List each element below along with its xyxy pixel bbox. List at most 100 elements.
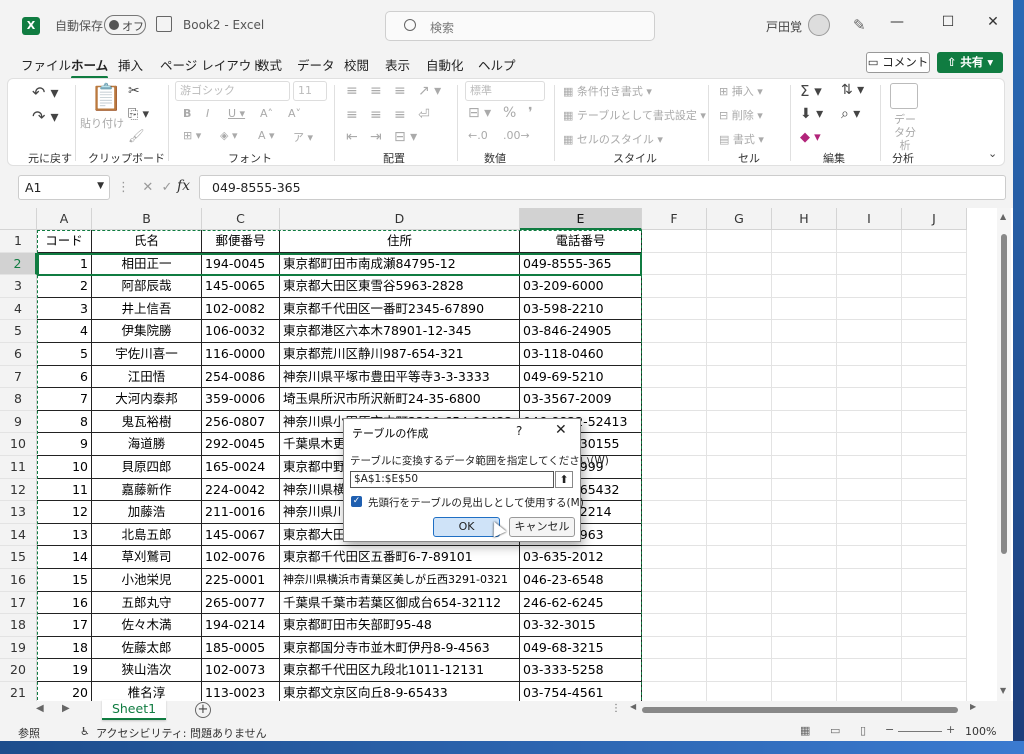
- table-cell[interactable]: 嘉藤新作: [92, 478, 202, 502]
- table-cell[interactable]: 145-0065: [202, 275, 280, 298]
- table-cell[interactable]: [902, 478, 967, 502]
- row-header[interactable]: 21: [0, 682, 37, 701]
- table-cell[interactable]: 佐々木満: [92, 614, 202, 637]
- wrap-text-icon[interactable]: ⏎: [418, 107, 430, 123]
- table-cell[interactable]: 16: [37, 591, 92, 615]
- row-header[interactable]: 19: [0, 636, 37, 660]
- tab-formulas[interactable]: 数式: [257, 55, 282, 74]
- tab-file[interactable]: ファイル: [21, 55, 71, 74]
- table-cell[interactable]: 2: [37, 275, 92, 298]
- minimize-icon[interactable]: —: [887, 14, 907, 30]
- row-header[interactable]: 6: [0, 343, 37, 366]
- horizontal-scrollbar[interactable]: ◀ ▶: [630, 702, 980, 716]
- undo-icon[interactable]: ↶ ▾: [32, 83, 59, 102]
- table-cell[interactable]: [707, 659, 772, 682]
- delete-cells-button[interactable]: ⊟ 削除 ▾: [719, 107, 763, 123]
- table-cell[interactable]: 狭山浩次: [92, 659, 202, 682]
- autosave-toggle[interactable]: オフ: [104, 15, 146, 35]
- table-cell[interactable]: 106-0032: [202, 320, 280, 343]
- tab-insert[interactable]: 挿入: [118, 55, 143, 74]
- table-cell[interactable]: [642, 614, 707, 637]
- table-cell[interactable]: [902, 297, 967, 321]
- header-row-checkbox[interactable]: ✓: [351, 496, 362, 507]
- table-cell[interactable]: 埼玉県所沢市所沢新町24-35-6800: [280, 388, 520, 411]
- table-cell[interactable]: [772, 591, 837, 615]
- table-cell[interactable]: 03-635-2012: [520, 546, 642, 569]
- table-cell[interactable]: 224-0042: [202, 478, 280, 502]
- table-cell[interactable]: [902, 501, 967, 524]
- table-cell[interactable]: 102-0076: [202, 546, 280, 569]
- table-cell[interactable]: 鬼瓦裕樹: [92, 410, 202, 434]
- table-cell[interactable]: 03-598-2210: [520, 297, 642, 321]
- table-cell[interactable]: [772, 523, 837, 547]
- tab-next-icon[interactable]: ▶: [62, 703, 70, 714]
- table-cell[interactable]: [707, 636, 772, 660]
- table-cell[interactable]: [707, 230, 772, 253]
- table-cell[interactable]: 211-0016: [202, 501, 280, 524]
- row-header[interactable]: 13: [0, 501, 37, 524]
- table-cell[interactable]: 電話番号: [520, 230, 642, 253]
- table-cell[interactable]: 千葉県千葉市若葉区御成台654-32112: [280, 591, 520, 615]
- align-middle-icon[interactable]: ≡: [370, 83, 382, 99]
- view-normal-icon[interactable]: ▦: [800, 724, 810, 737]
- table-cell[interactable]: [902, 343, 967, 366]
- table-cell[interactable]: [837, 320, 902, 343]
- table-cell[interactable]: 神奈川県横浜市青葉区美しが丘西3291-0321: [280, 569, 520, 592]
- table-cell[interactable]: [707, 252, 772, 276]
- format-cells-button[interactable]: ▤ 書式 ▾: [719, 131, 764, 147]
- table-cell[interactable]: [902, 410, 967, 434]
- table-cell[interactable]: [772, 320, 837, 343]
- comment-button[interactable]: ▭ コメント: [866, 52, 930, 73]
- table-cell[interactable]: 小池栄児: [92, 569, 202, 592]
- table-cell[interactable]: 194-0045: [202, 252, 280, 276]
- table-cell[interactable]: [707, 501, 772, 524]
- table-cell[interactable]: [642, 320, 707, 343]
- data-analysis-icon[interactable]: [890, 83, 918, 109]
- table-cell[interactable]: 049-8555-365: [520, 252, 642, 276]
- table-cell[interactable]: [642, 456, 707, 479]
- table-cell[interactable]: コード: [37, 230, 92, 253]
- ribbon-collapse-icon[interactable]: ⌄: [988, 147, 997, 160]
- table-cell[interactable]: [902, 523, 967, 547]
- redo-icon[interactable]: ↷ ▾: [32, 107, 59, 126]
- table-cell[interactable]: [837, 614, 902, 637]
- table-cell[interactable]: 165-0024: [202, 456, 280, 479]
- table-cell[interactable]: [642, 546, 707, 569]
- pen-icon[interactable]: ✎: [853, 16, 866, 34]
- table-cell[interactable]: 15: [37, 569, 92, 592]
- user-name[interactable]: 戸田覚: [766, 18, 802, 35]
- table-cell[interactable]: 井上信吾: [92, 297, 202, 321]
- table-cell[interactable]: [837, 275, 902, 298]
- cancel-button[interactable]: キャンセル: [509, 517, 575, 537]
- table-cell[interactable]: 江田悟: [92, 365, 202, 389]
- table-cell[interactable]: 東京都文京区向丘8-9-65433: [280, 682, 520, 701]
- table-cell[interactable]: 03-118-0460: [520, 343, 642, 366]
- table-cell[interactable]: 4: [37, 320, 92, 343]
- table-cell[interactable]: [772, 659, 837, 682]
- table-cell[interactable]: [902, 546, 967, 569]
- table-cell[interactable]: [772, 456, 837, 479]
- view-page-layout-icon[interactable]: ▭: [830, 724, 840, 737]
- table-cell[interactable]: 5: [37, 343, 92, 366]
- table-cell[interactable]: 6: [37, 365, 92, 389]
- font-grow-icon[interactable]: A˄: [260, 107, 273, 120]
- table-cell[interactable]: [642, 433, 707, 456]
- table-cell[interactable]: [837, 569, 902, 592]
- column-header[interactable]: G: [707, 208, 772, 230]
- tab-view[interactable]: 表示: [385, 55, 410, 74]
- vertical-scrollbar[interactable]: ▲ ▼: [997, 208, 1011, 701]
- table-cell[interactable]: [772, 297, 837, 321]
- table-cell[interactable]: [642, 591, 707, 615]
- sort-filter-icon[interactable]: ⇅ ▾: [841, 82, 864, 98]
- search-box[interactable]: 検索: [385, 11, 655, 41]
- table-cell[interactable]: 9: [37, 433, 92, 456]
- table-cell[interactable]: [837, 252, 902, 276]
- table-cell[interactable]: 03-846-24905: [520, 320, 642, 343]
- table-cell[interactable]: 03-333-5258: [520, 659, 642, 682]
- table-cell[interactable]: 19: [37, 659, 92, 682]
- align-left-icon[interactable]: ≡: [346, 107, 358, 123]
- table-cell[interactable]: [837, 365, 902, 389]
- zoom-out-icon[interactable]: −: [885, 723, 894, 736]
- column-header[interactable]: E: [520, 208, 642, 230]
- table-cell[interactable]: 7: [37, 388, 92, 411]
